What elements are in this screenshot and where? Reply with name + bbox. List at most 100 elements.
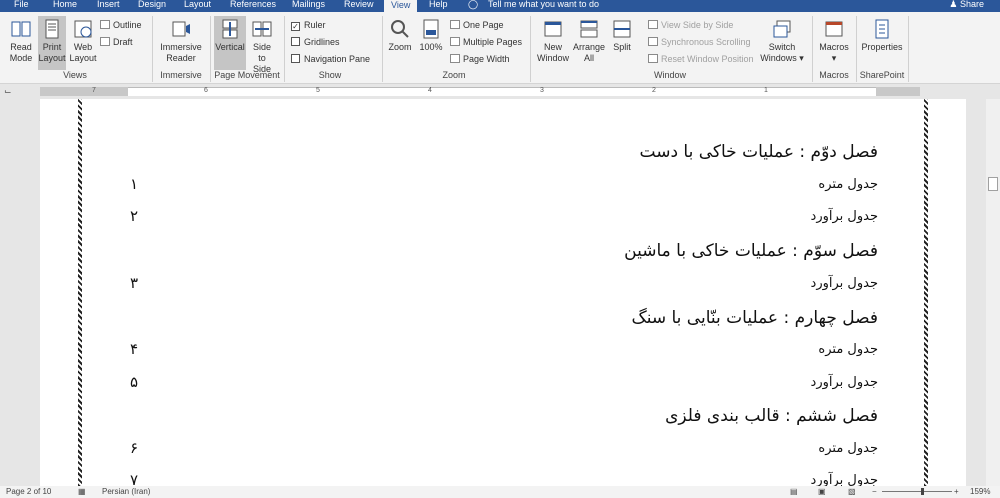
ruler-mark: 7 [92,87,96,94]
page-number: ۵ [130,373,139,391]
split-icon [613,20,631,38]
read-mode-button[interactable]: Read Mode [6,18,36,64]
zoom-label: Zoom [388,42,412,52]
page-width-label: Page Width [463,54,510,64]
ruler-mark: 6 [204,87,208,94]
group-views-label: Views [63,70,87,80]
switch-windows-icon [773,20,791,38]
zoom-slider[interactable] [882,491,952,492]
tell-me-search[interactable]: Tell me what you want to do [488,0,599,10]
synchronous-scrolling-button[interactable]: Synchronous Scrolling [648,37,751,48]
tab-review[interactable]: Review [344,0,374,10]
zoom-slider-thumb[interactable] [921,488,924,495]
outline-button[interactable]: Outline [100,20,142,31]
tab-insert[interactable]: Insert [97,0,120,10]
draft-icon [100,37,110,46]
draft-button[interactable]: Draft [100,37,133,48]
page-width-button[interactable]: Page Width [450,54,510,65]
immersive-reader-icon [172,21,190,37]
zoom-100-button[interactable]: 100% [418,18,444,53]
scroll-thumb[interactable] [988,177,998,191]
print-layout-view-icon[interactable]: ▣ [818,487,826,496]
new-window-button[interactable]: New Window [536,18,570,64]
tab-design[interactable]: Design [138,0,166,10]
page-border-right [924,99,928,486]
navigation-pane-checkbox[interactable]: Navigation Pane [291,54,370,65]
tab-layout[interactable]: Layout [184,0,211,10]
one-page-button[interactable]: One Page [450,20,504,31]
language-indicator[interactable]: Persian (Iran) [102,487,150,496]
arrange-all-button[interactable]: Arrange All [572,18,606,64]
share-label: Share [959,0,984,9]
arrange-all-label: Arrange All [572,42,606,63]
macros-icon [825,21,843,37]
ruler-margin-right [876,87,920,96]
divider [908,16,909,82]
web-layout-button[interactable]: Web Layout [68,18,98,64]
group-zoom-label: Zoom [442,70,466,80]
read-mode-icon [11,21,31,37]
tab-mailings[interactable]: Mailings [292,0,325,10]
tab-home[interactable]: Home [53,0,77,10]
group-macros-label: Macros [819,70,849,80]
read-mode-view-icon[interactable]: ▤ [790,487,798,496]
ruler-mark: 4 [428,87,432,94]
checkbox-icon [291,54,300,63]
macros-button[interactable]: Macros ▾ [816,18,852,64]
chapter-heading: فصل سوّم : عملیات خاکی با ماشین [624,241,878,261]
macros-label: Macros [819,42,849,52]
page-count[interactable]: Page 2 of 10 [6,487,51,496]
vertical-label: Vertical [215,42,245,52]
horizontal-ruler[interactable]: ⌙ 7 6 5 4 3 2 1 [0,85,1000,99]
vertical-button[interactable]: Vertical [214,16,246,70]
zoom-in-icon[interactable]: + [954,487,959,496]
document-page[interactable]: فصل دوّم : عملیات خاکی با دست جدول متره … [40,99,966,489]
page-number: ۶ [130,439,139,457]
proofing-icon[interactable]: ▦ [78,487,86,496]
page-number: ۱ [130,175,139,193]
web-layout-label: Web Layout [69,42,97,63]
divider [382,16,383,82]
zoom-100-label: 100% [419,42,443,52]
split-label: Split [613,42,631,52]
checkbox-checked-icon: ✓ [291,22,300,31]
switch-windows-button[interactable]: Switch Windows ▾ [758,18,806,64]
print-layout-icon [45,19,59,39]
zoom-out-icon[interactable]: − [872,487,877,496]
immersive-reader-button[interactable]: Immersive Reader [158,18,204,64]
zoom-level[interactable]: 159% [970,487,990,496]
divider [210,16,211,82]
split-button[interactable]: Split [608,18,636,53]
properties-button[interactable]: Properties [860,18,904,53]
ruler-mark: 5 [316,87,320,94]
outline-label: Outline [113,20,142,30]
tab-view[interactable]: View [384,0,418,12]
ruler-checkbox[interactable]: ✓ Ruler [291,20,326,31]
lightbulb-icon: ◯ [468,0,479,9]
tab-references[interactable]: References [230,0,276,10]
tab-stop-icon[interactable]: ⌙ [4,86,12,97]
page-number: ۳ [130,274,139,292]
new-window-icon [544,21,562,37]
gridlines-checkbox[interactable]: Gridlines [291,37,340,48]
view-side-by-side-button[interactable]: View Side by Side [648,20,733,31]
tab-file[interactable]: File [14,0,29,10]
multiple-pages-button[interactable]: Multiple Pages [450,37,522,48]
reset-window-position-button[interactable]: Reset Window Position [648,54,754,65]
group-immersive-label: Immersive [160,70,202,80]
divider [284,16,285,82]
chapter-heading: فصل دوّم : عملیات خاکی با دست [639,142,878,162]
ruler-margin-left [40,87,128,96]
group-show-label: Show [318,70,342,80]
immersive-reader-label: Immersive Reader [160,42,202,63]
web-layout-view-icon[interactable]: ▧ [848,487,856,496]
print-layout-button[interactable]: Print Layout [38,16,66,70]
vertical-scrollbar[interactable] [986,99,1000,486]
zoom-button[interactable]: Zoom [386,18,414,53]
web-layout-icon [74,20,92,38]
side-to-side-button[interactable]: Side to Side [248,18,276,75]
view-side-by-side-label: View Side by Side [661,20,734,30]
tab-help[interactable]: Help [429,0,448,10]
page-number: ۴ [130,340,139,358]
share-button[interactable]: ♟ Share [949,0,984,10]
